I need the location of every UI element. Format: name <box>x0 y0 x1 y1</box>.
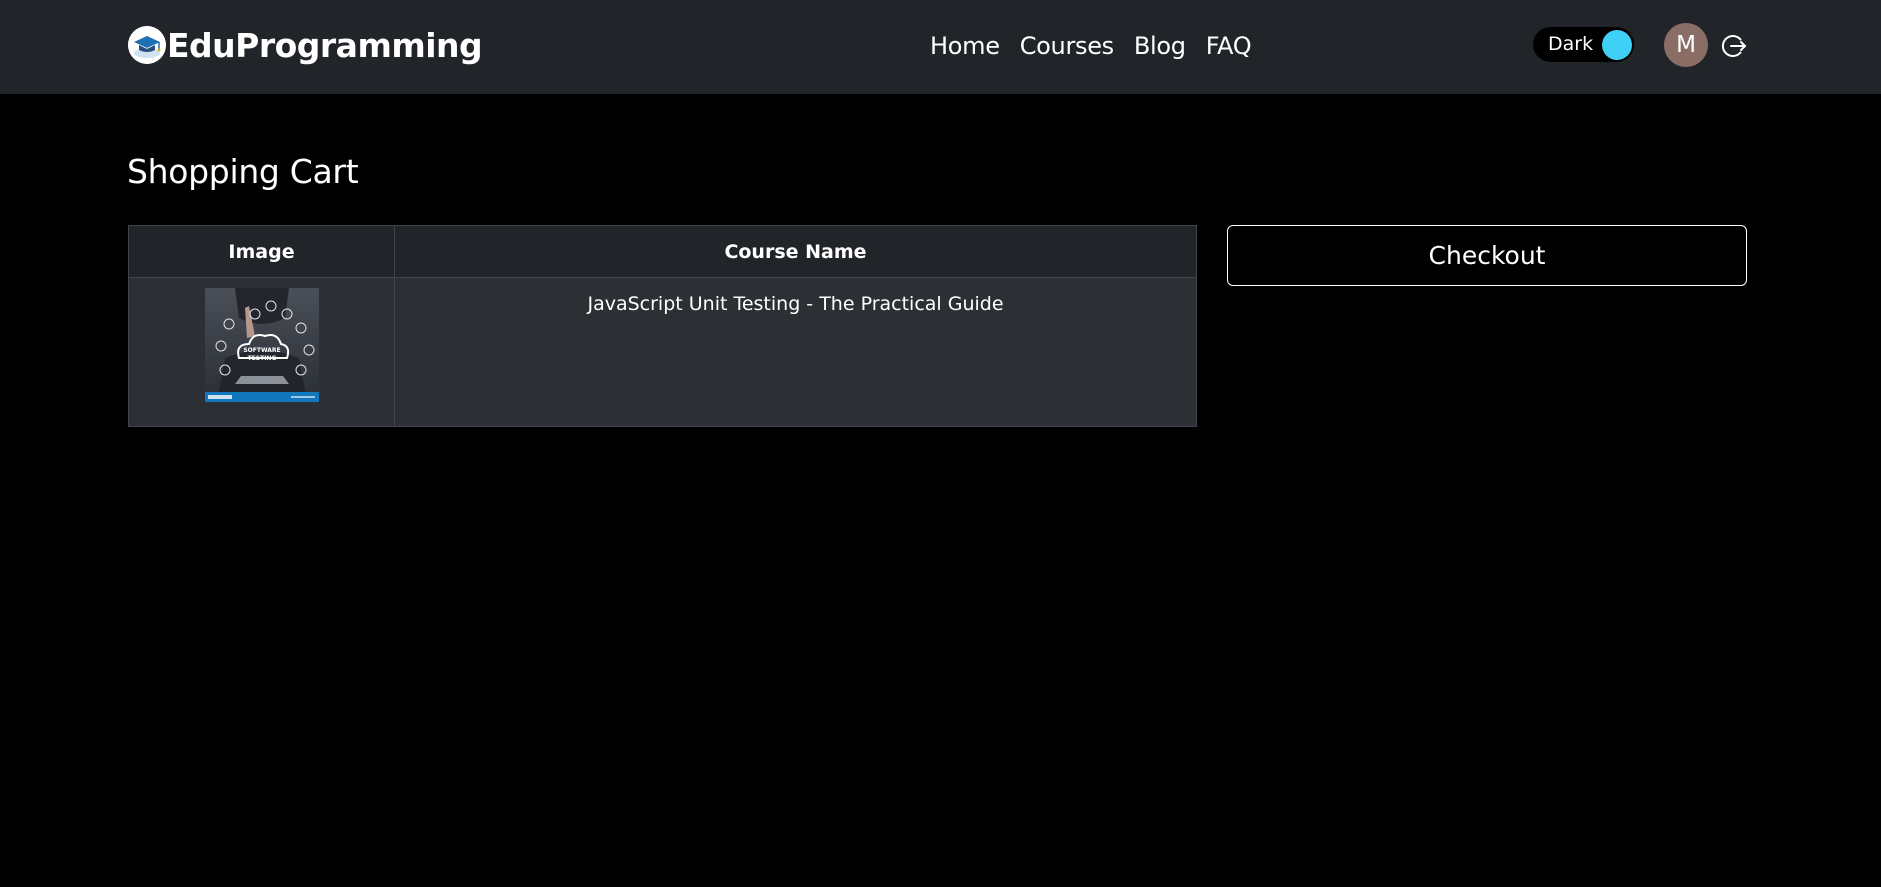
column-header-course-name: Course Name <box>394 225 1197 278</box>
checkout-button[interactable]: Checkout <box>1227 225 1747 286</box>
table-header-row: Image Course Name <box>128 225 1197 278</box>
nav-link-faq[interactable]: FAQ <box>1206 32 1252 60</box>
thumbnail-label-line-2: TESTING <box>247 355 276 362</box>
navbar: EduProgramming Home Courses Blog FAQ Dar… <box>0 0 1881 94</box>
logout-icon[interactable] <box>1720 32 1748 60</box>
page-title: Shopping Cart <box>127 152 359 191</box>
table-row: SOFTWARE TESTING JavaScript Unit Testing… <box>128 277 1197 427</box>
brand-name: EduProgramming <box>167 25 483 65</box>
main-nav: Home Courses Blog FAQ <box>930 26 1271 66</box>
theme-toggle[interactable]: Dark <box>1533 27 1634 62</box>
graduation-cap-icon <box>128 26 166 64</box>
theme-toggle-knob <box>1602 30 1632 60</box>
cell-course-image: SOFTWARE TESTING <box>128 277 395 427</box>
user-avatar[interactable]: M <box>1664 23 1708 67</box>
nav-link-courses[interactable]: Courses <box>1020 32 1115 60</box>
brand-link[interactable]: EduProgramming <box>128 22 483 68</box>
nav-link-home[interactable]: Home <box>930 32 1000 60</box>
cell-course-name: JavaScript Unit Testing - The Practical … <box>394 277 1197 427</box>
thumbnail-label-line-1: SOFTWARE <box>243 347 280 354</box>
course-thumbnail[interactable]: SOFTWARE TESTING <box>204 288 319 402</box>
column-header-image: Image <box>128 225 395 278</box>
theme-toggle-label: Dark <box>1548 33 1594 55</box>
nav-link-blog[interactable]: Blog <box>1134 32 1186 60</box>
cart-table: Image Course Name SOFTWARE TESTING JavaS… <box>128 225 1197 427</box>
